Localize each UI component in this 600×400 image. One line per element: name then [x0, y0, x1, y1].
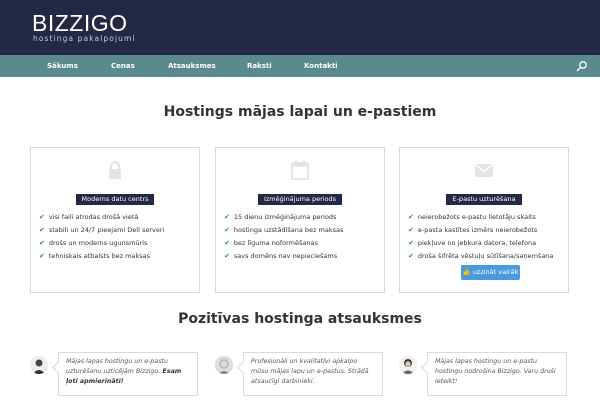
testimonial-quote: Mājas lapas hostingu un e-pastu uzturēša…	[58, 352, 198, 396]
list-item: ✔ stabili un 24/7 pieejami Dell serveri	[39, 226, 165, 234]
list-item: ✔ hostinga uzstādīšana bez maksas	[224, 226, 344, 234]
feature-card-email: E-pastu uzturēšana ✔ neierobežots e-pastu…	[399, 147, 569, 293]
feature-list: ✔ 15 dienu izmēģinājuma periods ✔ hostinga…	[224, 211, 384, 263]
check-icon: ✔	[39, 252, 45, 260]
lock-icon	[31, 160, 199, 180]
site-header: BIZZIGO hostinga pakalpojumi	[0, 0, 600, 55]
check-icon: ✔	[224, 213, 230, 221]
list-item: ✔ e-pasta kastītes izmērs neierobežots	[408, 226, 538, 234]
testimonial-quote: Mājas lapas hostingu un e-pastu hostingu…	[427, 352, 567, 396]
list-item: ✔ neierobežots e-pastu lietotāju skaits	[408, 213, 536, 221]
list-item: ✔ bez līguma noformēšanas	[224, 239, 318, 247]
list-item: ✔ 15 dienu izmēģinājuma periods	[224, 213, 337, 221]
check-icon: ✔	[408, 239, 414, 247]
avatar	[215, 356, 233, 374]
avatar	[399, 356, 417, 374]
list-item: ✔ drošs un moderns ugunsmūris	[39, 239, 148, 247]
testimonial-quote: Profesionāli un kvalitatīvi apkalpo mūsu…	[243, 352, 383, 396]
avatar	[30, 356, 48, 374]
feature-card-title: E-pastu uzturēšana	[400, 186, 568, 205]
nav-item-sakums[interactable]: Sākums	[47, 55, 78, 77]
feature-list: ✔ neierobežots e-pastu lietotāju skaits ✔…	[408, 211, 568, 263]
nav-item-kontakti[interactable]: Kontakti	[304, 55, 338, 77]
check-icon: ✔	[39, 239, 45, 247]
nav-item-raksti[interactable]: Raksti	[247, 55, 272, 77]
logo-tagline: hostinga pakalpojumi	[33, 34, 136, 43]
thumbs-up-icon: 👍	[462, 268, 471, 276]
calendar-icon	[216, 160, 384, 180]
nav-item-atsauksmes[interactable]: Atsauksmes	[168, 55, 216, 77]
list-item: ✔ droša šifrēta vēstuļu sūtīšana/saņemšan…	[408, 252, 554, 260]
page-title: Hostings mājas lapai un e-pastiem	[163, 104, 437, 120]
check-icon: ✔	[408, 252, 414, 260]
feature-list: ✔ visi faili atrodas drošā vietā ✔ stabili…	[39, 211, 199, 263]
testimonials-title: Pozitīvas hostinga atsauksmes	[178, 311, 422, 327]
list-item: ✔ savs domēns nav nepieciešams	[224, 252, 338, 260]
feature-card-title: Izmēģinājuma periods	[216, 186, 384, 205]
nav-item-cenas[interactable]: Cenas	[111, 55, 135, 77]
feature-card-trial: Izmēģinājuma periods ✔ 15 dienu izmēģināj…	[215, 147, 385, 293]
envelope-icon	[400, 160, 568, 180]
feature-card-datacenter: Moderns datu centrs ✔ visi faili atrodas …	[30, 147, 200, 293]
check-icon: ✔	[408, 213, 414, 221]
check-icon: ✔	[224, 226, 230, 234]
main-nav: Sākums Cenas Atsauksmes Raksti Kontakti	[0, 55, 600, 77]
search-icon[interactable]	[576, 60, 588, 72]
check-icon: ✔	[224, 252, 230, 260]
list-item: ✔ tehniskais atbalsts bez maksas	[39, 252, 151, 260]
list-item: ✔ visi faili atrodas drošā vietā	[39, 213, 139, 221]
check-icon: ✔	[39, 226, 45, 234]
learn-more-button[interactable]: 👍 uzzināt vairāk	[461, 265, 520, 280]
check-icon: ✔	[39, 213, 45, 221]
check-icon: ✔	[224, 239, 230, 247]
logo[interactable]: BIZZIGO	[32, 11, 128, 35]
feature-card-title: Moderns datu centrs	[31, 186, 199, 205]
list-item: ✔ piekļuve no jebkura datora, telefona	[408, 239, 537, 247]
check-icon: ✔	[408, 226, 414, 234]
